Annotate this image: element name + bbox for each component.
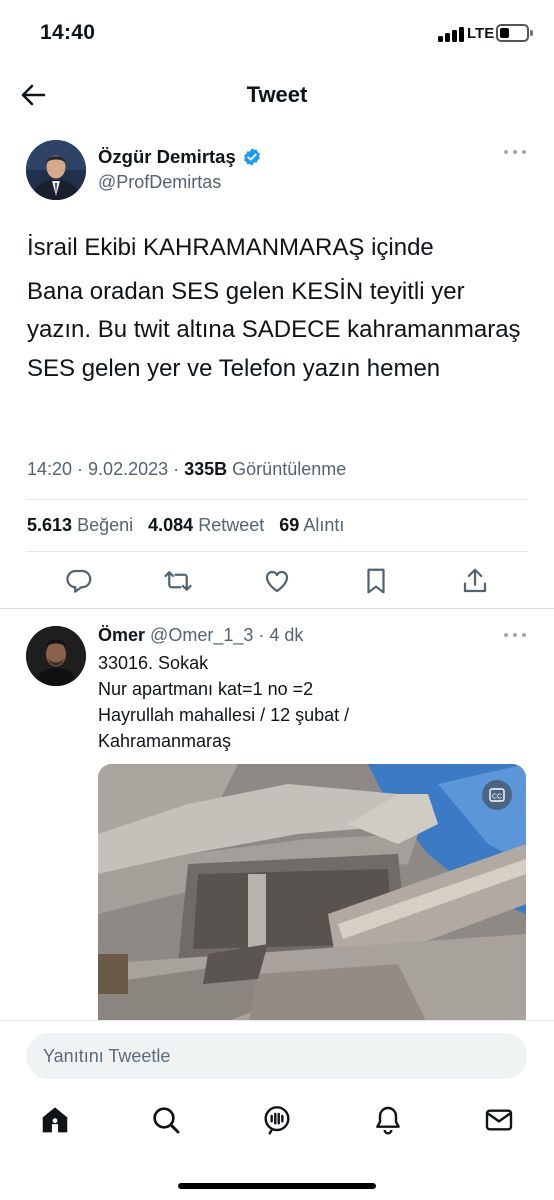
retweets-label: Retweet <box>198 515 265 535</box>
tab-spaces[interactable] <box>261 1104 293 1136</box>
tweet-author: Özgür Demirtaş @ProfDemirtas <box>26 140 536 204</box>
tweet-text-body: Bana oradan SES gelen KESİN teyitli yer … <box>27 277 521 382</box>
reply-text-line: Nur apartmanı kat=1 no =2 <box>98 679 314 699</box>
tweet-meta: 14:20 · 9.02.2023 · 335B Görüntülenme <box>27 459 347 479</box>
tweet-stats: 5.613 Beğeni 4.084 Retweet 69 Alıntı <box>27 515 344 536</box>
network-type: LTE <box>467 25 495 42</box>
tweet-text-line: İsrail Ekibi KAHRAMANMARAŞ içinde <box>27 234 434 261</box>
reply-media-image[interactable]: CC <box>98 764 526 1025</box>
reply-header: Ömer @Omer_1_3 · 4 dk <box>98 625 304 645</box>
author-name[interactable]: Özgür Demirtaş <box>98 146 236 168</box>
reply-text-line: Hayrullah mahallesi / 12 şubat / <box>98 705 350 725</box>
tab-messages[interactable] <box>483 1104 515 1136</box>
spaces-icon <box>264 1106 290 1135</box>
more-options-icon[interactable] <box>504 148 526 156</box>
search-icon <box>153 1107 180 1134</box>
reply-author-handle[interactable]: @Omer_1_3 <box>150 625 253 645</box>
quotes-count: 69 <box>279 515 300 535</box>
retweet-button[interactable] <box>163 566 193 596</box>
notifications-icon <box>376 1106 400 1135</box>
author-handle[interactable]: @ProfDemirtas <box>98 172 221 193</box>
page-title: Tweet <box>246 82 308 107</box>
battery-icon <box>496 24 533 42</box>
reply-text-line: 33016. Sokak <box>98 653 209 673</box>
status-bar: 14:40 LTE <box>0 0 554 66</box>
bookmark-icon <box>367 568 385 594</box>
likes-count: 5.613 <box>27 515 73 535</box>
collapsed-building-photo <box>98 764 526 1025</box>
author-avatar[interactable] <box>26 140 86 200</box>
likes-label: Beğeni <box>77 515 134 535</box>
reply-icon <box>66 569 92 593</box>
share-button[interactable] <box>460 566 490 596</box>
retweets-stat[interactable]: 4.084 Retweet <box>148 515 264 535</box>
status-time: 14:40 <box>40 21 96 44</box>
views-count[interactable]: 335B <box>184 459 227 479</box>
reply-tweet[interactable]: Ömer @Omer_1_3 · 4 dk 33016. Sokak Nur a… <box>26 625 536 1025</box>
reply-text-line: Kahramanmaraş <box>98 731 232 751</box>
quotes-label: Alıntı <box>303 515 345 535</box>
likes-stat[interactable]: 5.613 Beğeni <box>27 515 133 535</box>
signal-icon <box>438 26 464 42</box>
reply-more-options-icon[interactable] <box>504 631 526 639</box>
reply-compose-bar <box>0 1020 554 1090</box>
reply-button[interactable] <box>64 566 94 596</box>
home-indicator <box>178 1183 376 1189</box>
reply-avatar[interactable] <box>26 626 86 686</box>
tweet-date: 9.02.2023 <box>88 459 169 479</box>
retweets-count: 4.084 <box>148 515 194 535</box>
reply-text: 33016. Sokak Nur apartmanı kat=1 no =2 H… <box>98 650 349 754</box>
divider <box>26 551 528 552</box>
quotes-stat[interactable]: 69 Alıntı <box>279 515 344 535</box>
closed-captions-icon[interactable]: CC <box>482 780 512 810</box>
divider <box>26 499 528 500</box>
share-icon <box>463 568 487 593</box>
tweet-actions <box>0 562 554 602</box>
retweet-icon <box>164 571 192 591</box>
svg-text:CC: CC <box>492 794 502 801</box>
reply-input[interactable] <box>26 1033 527 1079</box>
messages-icon <box>485 1109 513 1131</box>
tab-search[interactable] <box>150 1104 182 1136</box>
home-icon <box>42 1107 68 1133</box>
tab-notifications[interactable] <box>372 1104 404 1136</box>
author-name-row[interactable]: Özgür Demirtaş <box>98 146 262 168</box>
reply-author-name[interactable]: Ömer <box>98 625 145 645</box>
header: Tweet <box>0 70 554 120</box>
divider <box>0 608 554 609</box>
bookmark-button[interactable] <box>361 566 391 596</box>
tweet-text: İsrail Ekibi KAHRAMANMARAŞ içinde Bana o… <box>27 229 532 388</box>
reply-time: 4 dk <box>269 625 304 645</box>
like-button[interactable] <box>262 566 292 596</box>
tweet-time: 14:20 <box>27 459 73 479</box>
tab-home[interactable] <box>39 1104 71 1136</box>
verified-badge-icon <box>243 148 260 166</box>
views-label: Görüntülenme <box>232 459 347 479</box>
like-icon <box>265 570 289 593</box>
